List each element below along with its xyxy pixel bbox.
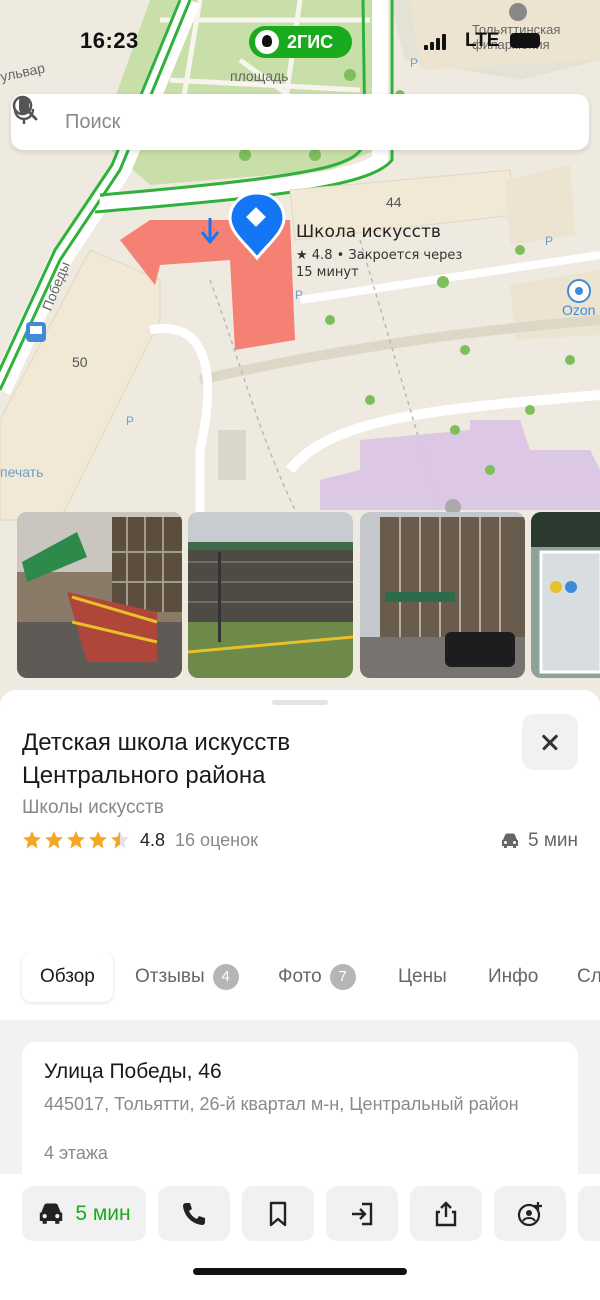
- network-label: LTE: [465, 30, 500, 51]
- phone-icon: [183, 1202, 205, 1225]
- place-category[interactable]: Школы искусств: [22, 797, 164, 819]
- add-contact-button[interactable]: [494, 1186, 566, 1241]
- photo-1[interactable]: [17, 512, 182, 678]
- parking-icon: P: [126, 414, 135, 428]
- photo-carousel[interactable]: [17, 512, 600, 678]
- battery-icon: [510, 33, 540, 48]
- address-street: Улица Победы, 46: [44, 1060, 222, 1083]
- bookmark-button[interactable]: [242, 1186, 314, 1241]
- route-button[interactable]: 5 мин: [22, 1186, 146, 1241]
- tab-label: Сл: [577, 966, 600, 987]
- reviews-count[interactable]: 16 оценок: [175, 830, 258, 851]
- reviews-badge: 4: [212, 964, 239, 990]
- tab-label: Отзывы: [135, 966, 205, 987]
- map-view[interactable]: площадь ульвар Победы Тольяттинская фила…: [0, 0, 600, 720]
- rating-value: 4.8: [140, 829, 166, 850]
- tab-label: Обзор: [40, 966, 95, 987]
- place-title: Детская школа искусств Центрального райо…: [22, 729, 291, 789]
- mic-icon[interactable]: [11, 94, 37, 126]
- map-label-house-44: 44: [386, 194, 402, 210]
- photo-2[interactable]: [188, 512, 353, 678]
- photo-4[interactable]: [531, 512, 600, 678]
- sheet-grabber[interactable]: [272, 700, 328, 705]
- address-floors: 4 этажа: [44, 1143, 108, 1163]
- poi-subtitle: ★ 4.8 • Закроется через 15 минут: [296, 247, 476, 281]
- share-button[interactable]: [410, 1186, 482, 1241]
- entrance-button[interactable]: [326, 1186, 398, 1241]
- place-card[interactable]: Детская школа искусств Центрального райо…: [0, 690, 600, 1300]
- tab-info[interactable]: Инфо: [488, 952, 538, 1002]
- tab-label: Инфо: [488, 966, 539, 987]
- brand-logo-icon: [255, 30, 279, 54]
- tab-overview[interactable]: Обзор: [22, 952, 113, 1002]
- car-icon: [40, 1203, 63, 1224]
- star-icon: [89, 831, 107, 849]
- action-bar: 5 мин: [0, 1174, 600, 1300]
- status-time: 16:23: [80, 28, 139, 53]
- close-button[interactable]: [522, 714, 578, 770]
- add-contact-icon: [517, 1201, 542, 1226]
- home-indicator: [193, 1268, 407, 1275]
- bookmark-icon: [269, 1201, 287, 1226]
- star-icon: [23, 831, 41, 849]
- poi-title[interactable]: Школа искусств: [296, 222, 441, 242]
- tab-label: Цены: [398, 966, 447, 987]
- search-input[interactable]: [65, 108, 525, 136]
- tab-photos[interactable]: Фото 7: [278, 952, 356, 1002]
- map-label-print[interactable]: печать: [0, 464, 43, 480]
- half-star-icon: [111, 831, 129, 849]
- tab-label: Фото: [278, 966, 322, 987]
- photo-3[interactable]: [360, 512, 525, 678]
- poi-closing-line: 15 минут: [296, 265, 359, 280]
- search-bar[interactable]: [11, 94, 589, 150]
- address-card[interactable]: Улица Победы, 46 445017, Тольятти, 26-й …: [22, 1042, 578, 1192]
- rating-stars: [22, 830, 130, 850]
- map-label-house-50: 50: [72, 354, 88, 370]
- map-label-square: площадь: [230, 68, 289, 84]
- call-button[interactable]: [158, 1186, 230, 1241]
- parking-icon: P: [410, 56, 419, 70]
- enter-icon: [352, 1202, 373, 1225]
- car-icon: [501, 833, 518, 848]
- tab-more[interactable]: Сл: [577, 952, 600, 1002]
- parking-icon: P: [545, 234, 554, 248]
- map-label-ozon[interactable]: Ozon: [562, 302, 595, 318]
- address-details: 445017, Тольятти, 26-й квартал м-н, Цент…: [44, 1094, 519, 1114]
- parking-icon: P: [295, 288, 304, 302]
- photos-badge: 7: [329, 964, 356, 990]
- rating-row[interactable]: 4.8 16 оценок: [22, 828, 258, 852]
- share-icon: [435, 1200, 457, 1226]
- tab-bar[interactable]: Обзор Отзывы 4 Фото 7 Цены Инфо Сл: [0, 952, 600, 1008]
- drive-time[interactable]: 5 мин: [500, 830, 578, 852]
- route-time: 5 мин: [75, 1201, 131, 1225]
- drive-time-label: 5 мин: [527, 830, 578, 851]
- more-actions-button[interactable]: [578, 1186, 600, 1241]
- signal-icon: [424, 34, 446, 50]
- tab-reviews[interactable]: Отзывы 4: [135, 952, 239, 1002]
- poi-rating-line: ★ 4.8 • Закроется через: [296, 248, 463, 263]
- brand-name: 2ГИС: [287, 31, 334, 52]
- star-icon: [45, 831, 63, 849]
- brand-badge: 2ГИС: [249, 26, 352, 58]
- tab-prices[interactable]: Цены: [398, 952, 447, 1002]
- star-icon: [67, 831, 85, 849]
